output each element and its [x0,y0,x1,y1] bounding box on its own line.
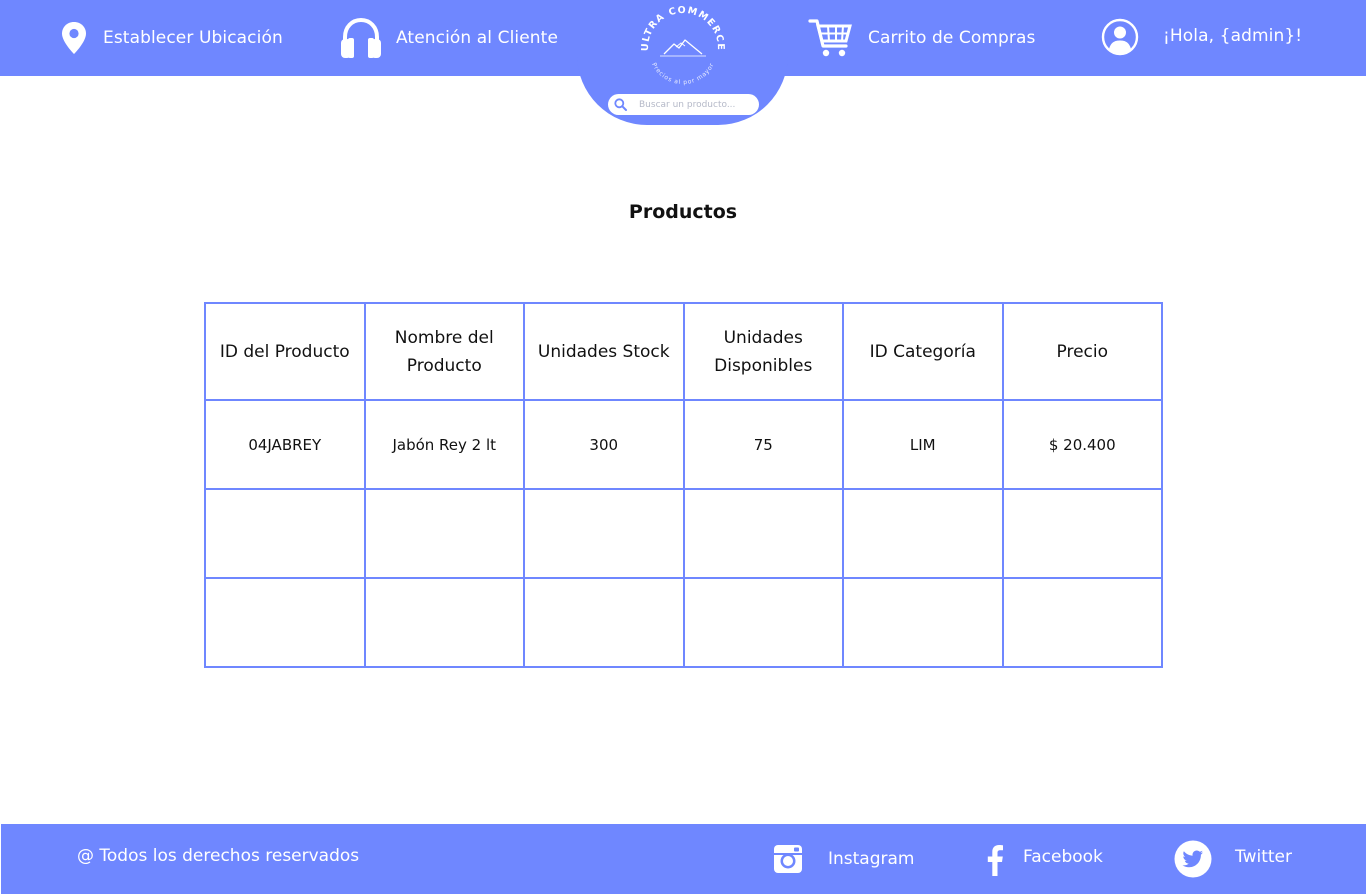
instagram-label: Instagram [828,849,915,869]
product-search-bar[interactable] [608,94,759,115]
copyright-notice: @ Todos los derechos reservados [77,846,360,866]
customer-support-link[interactable]: Atención al Cliente [339,0,558,76]
headphones-icon [339,17,383,59]
table-cell: Jabón Rey 2 lt [363,399,525,490]
table-cell [204,577,366,668]
table-cell: 300 [523,399,685,490]
column-header-category-id: ID Categoría [842,302,1004,401]
search-icon [614,98,627,111]
column-header-available-units: Unidades Disponibles [682,302,844,401]
brand-logo[interactable]: ULTRA COMMERCE Precios al por mayor [634,2,732,92]
table-row [204,577,1163,668]
page-footer: @ Todos los derechos reservados Instagra… [1,824,1366,894]
table-cell: 04JABREY [204,399,366,490]
user-avatar-icon [1100,18,1140,56]
table-cell: LIM [842,399,1004,490]
table-header-row: ID del Producto Nombre del Producto Unid… [204,302,1163,401]
table-cell [204,488,366,579]
table-cell [1001,577,1163,668]
products-table: ID del Producto Nombre del Producto Unid… [204,302,1163,668]
table-cell: $ 20.400 [1001,399,1163,490]
svg-text:Precios al por mayor: Precios al por mayor [650,62,716,86]
column-header-product-name: Nombre del Producto [363,302,525,401]
set-location-link[interactable]: Establecer Ubicación [60,0,283,76]
shopping-cart-link[interactable]: Carrito de Compras [808,0,1036,76]
table-cell [1001,488,1163,579]
table-cell [363,488,525,579]
shopping-cart-label: Carrito de Compras [868,28,1036,48]
facebook-label: Facebook [1023,847,1103,867]
column-header-product-id: ID del Producto [204,302,366,401]
table-cell [523,488,685,579]
twitter-label: Twitter [1235,847,1292,867]
table-cell [682,488,844,579]
page-title: Productos [628,201,738,223]
table-row [204,488,1163,579]
customer-support-label: Atención al Cliente [396,28,558,48]
set-location-label: Establecer Ubicación [103,28,283,48]
table-cell [842,488,1004,579]
table-row: 04JABREY Jabón Rey 2 lt 300 75 LIM $ 20.… [204,399,1163,490]
table-cell [523,577,685,668]
twitter-link[interactable]: Twitter [1173,824,1292,894]
table-cell [682,577,844,668]
user-greeting: ¡Hola, {admin}! [1163,25,1303,46]
table-cell [363,577,525,668]
twitter-icon [1173,840,1213,878]
facebook-icon [984,844,1006,876]
instagram-link[interactable]: Instagram [772,824,915,894]
instagram-icon [772,844,804,874]
search-input[interactable] [639,99,749,110]
location-pin-icon [60,21,88,55]
table-cell [842,577,1004,668]
column-header-stock-units: Unidades Stock [523,302,685,401]
table-cell: 75 [682,399,844,490]
facebook-link[interactable]: Facebook [984,824,1103,894]
shopping-cart-icon [808,18,852,58]
user-account-menu[interactable]: ¡Hola, {admin}! [1100,0,1302,76]
column-header-price: Precio [1001,302,1163,401]
